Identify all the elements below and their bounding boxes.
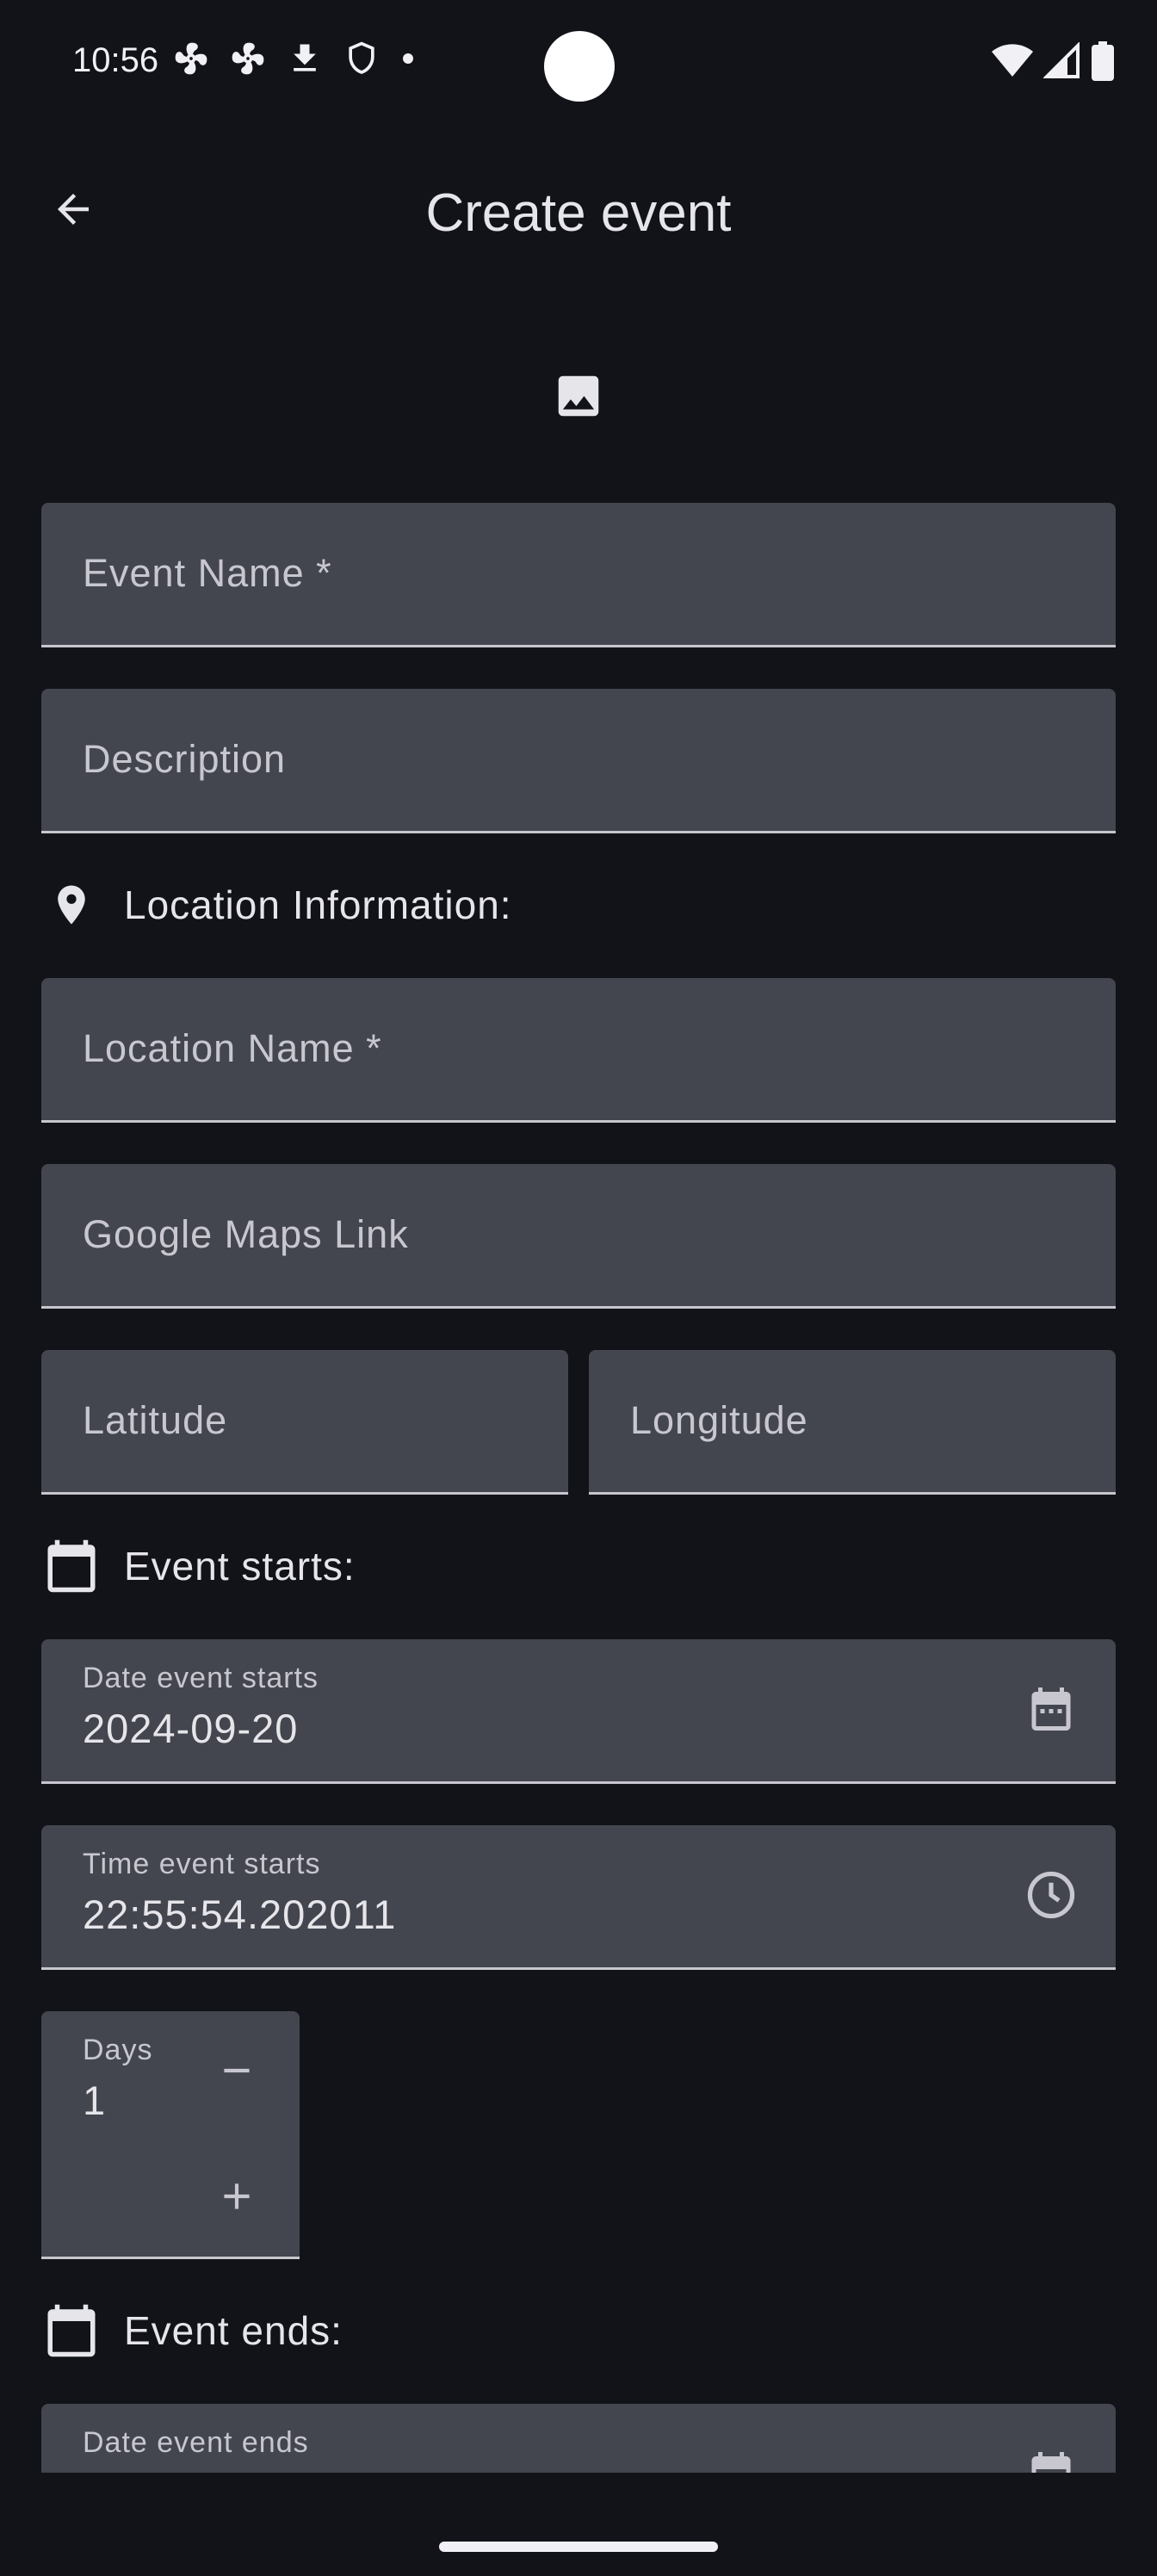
- time-start-field[interactable]: Time event starts 22:55:54.202011: [41, 1825, 1116, 1970]
- location-name-placeholder: Location Name *: [83, 1026, 382, 1070]
- location-section-header: Location Information:: [41, 875, 512, 935]
- calendar-icon[interactable]: [1021, 1679, 1081, 1739]
- increment-button[interactable]: [207, 2166, 267, 2226]
- date-start-value: 2024-09-20: [83, 1706, 299, 1751]
- maps-link-field[interactable]: Google Maps Link: [41, 1164, 1116, 1309]
- shield-icon: [343, 40, 381, 82]
- description-field[interactable]: Description: [41, 689, 1116, 833]
- clock-icon[interactable]: [1021, 1865, 1081, 1925]
- page-title: Create event: [425, 183, 732, 243]
- location-section-label: Location Information:: [124, 882, 512, 927]
- gesture-nav-handle[interactable]: [439, 2542, 718, 2552]
- description-placeholder: Description: [83, 737, 287, 781]
- status-time: 10:56: [72, 41, 159, 79]
- maps-link-placeholder: Google Maps Link: [83, 1212, 409, 1256]
- date-start-field[interactable]: Date event starts 2024-09-20: [41, 1639, 1116, 1784]
- event-ends-section-header: Event ends:: [41, 2300, 343, 2361]
- status-notification-icons: [172, 40, 417, 82]
- location-pin-icon: [41, 875, 102, 935]
- event-name-placeholder: Event Name *: [83, 551, 332, 595]
- days-stepper[interactable]: Days 1: [41, 2011, 300, 2259]
- location-name-field[interactable]: Location Name *: [41, 978, 1116, 1123]
- image-icon: [552, 369, 605, 427]
- fan-icon: [229, 40, 267, 82]
- status-system-icons: [992, 41, 1114, 85]
- wifi-icon: [992, 42, 1033, 84]
- event-starts-label: Event starts:: [124, 1544, 356, 1588]
- latitude-field[interactable]: Latitude: [41, 1350, 568, 1495]
- camera-cutout: [544, 31, 615, 102]
- signal-icon: [1043, 41, 1081, 84]
- app-bar: Create event: [0, 155, 1157, 267]
- longitude-placeholder: Longitude: [630, 1398, 808, 1442]
- battery-icon: [1092, 41, 1114, 85]
- days-label: Days: [83, 2034, 153, 2066]
- calendar-icon: [41, 2300, 102, 2361]
- status-bar: 10:56: [0, 0, 1157, 129]
- time-start-label: Time event starts: [83, 1848, 321, 1880]
- time-start-value: 22:55:54.202011: [83, 1892, 397, 1937]
- add-image-button[interactable]: [548, 368, 609, 428]
- event-ends-label: Event ends:: [124, 2308, 343, 2353]
- navigation-bar-area: [0, 2473, 1157, 2576]
- decrement-button[interactable]: [207, 2040, 267, 2101]
- dot-icon: [399, 50, 417, 71]
- date-start-label: Date event starts: [83, 1662, 319, 1694]
- event-starts-section-header: Event starts:: [41, 1536, 356, 1596]
- fan-icon: [172, 40, 210, 82]
- date-end-label: Date event ends: [83, 2426, 309, 2459]
- event-name-field[interactable]: Event Name *: [41, 503, 1116, 647]
- download-icon: [286, 40, 324, 82]
- calendar-icon: [41, 1536, 102, 1596]
- longitude-field[interactable]: Longitude: [589, 1350, 1116, 1495]
- days-value: 1: [83, 2078, 107, 2123]
- latitude-placeholder: Latitude: [83, 1398, 228, 1442]
